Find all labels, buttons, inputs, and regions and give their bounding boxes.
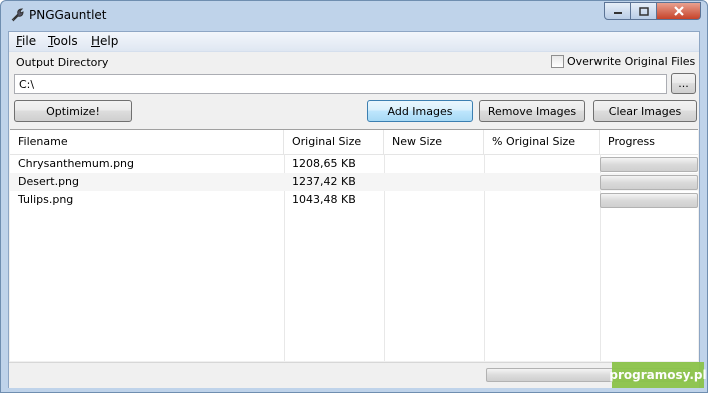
maximize-button[interactable] bbox=[631, 2, 657, 20]
clear-images-button-label: Clear Images bbox=[608, 104, 682, 118]
overwrite-label: Overwrite Original Files bbox=[567, 55, 696, 68]
cell-filename: Tulips.png bbox=[18, 193, 74, 206]
output-directory-input[interactable] bbox=[14, 74, 667, 94]
file-list[interactable]: Filename Original Size New Size % Origin… bbox=[10, 129, 698, 361]
remove-images-button[interactable]: Remove Images bbox=[479, 100, 585, 122]
close-icon bbox=[673, 6, 684, 16]
close-button[interactable] bbox=[657, 2, 701, 20]
table-row[interactable]: Desert.png 1237,42 KB bbox=[10, 173, 698, 191]
cell-original-size: 1043,48 KB bbox=[292, 193, 356, 206]
table-row[interactable]: Chrysanthemum.png 1208,65 KB bbox=[10, 155, 698, 173]
column-header-filename[interactable]: Filename bbox=[10, 130, 284, 154]
cell-original-size: 1237,42 KB bbox=[292, 175, 356, 188]
client-area: File Tools Help Output Directory Overwri… bbox=[8, 31, 700, 388]
add-images-button[interactable]: Add Images bbox=[367, 100, 473, 122]
menu-bar: File Tools Help bbox=[9, 32, 699, 52]
cell-percent bbox=[484, 155, 600, 173]
minimize-button[interactable] bbox=[604, 2, 631, 20]
table-row[interactable]: Tulips.png 1043,48 KB bbox=[10, 191, 698, 209]
browse-button-label: ... bbox=[678, 77, 689, 90]
row-progress-bar bbox=[600, 157, 698, 172]
row-progress-bar bbox=[600, 193, 698, 208]
output-directory-label: Output Directory bbox=[16, 56, 109, 69]
maximize-icon bbox=[638, 6, 649, 16]
cell-new-size bbox=[384, 155, 484, 173]
optimize-button-label: Optimize! bbox=[46, 104, 100, 118]
cell-new-size bbox=[384, 191, 484, 209]
file-list-header: Filename Original Size New Size % Origin… bbox=[10, 130, 698, 155]
cell-filename: Desert.png bbox=[18, 175, 80, 188]
menu-help[interactable]: Help bbox=[91, 34, 118, 48]
column-header-original-size[interactable]: Original Size bbox=[284, 130, 384, 154]
overwrite-option[interactable]: Overwrite Original Files bbox=[551, 55, 695, 68]
remove-images-button-label: Remove Images bbox=[487, 104, 577, 118]
title-bar[interactable]: PNGGauntlet bbox=[1, 1, 707, 31]
window-title: PNGGauntlet bbox=[29, 8, 107, 22]
cell-new-size bbox=[384, 173, 484, 191]
minimize-icon bbox=[613, 12, 622, 14]
menu-file[interactable]: File bbox=[16, 34, 36, 48]
cell-original-size: 1208,65 KB bbox=[292, 157, 356, 170]
add-images-button-label: Add Images bbox=[387, 104, 453, 118]
status-bar bbox=[9, 362, 699, 388]
caption-buttons bbox=[604, 2, 701, 21]
watermark-logo: programosy.pl bbox=[609, 362, 707, 388]
cell-percent bbox=[484, 191, 600, 209]
wrench-icon bbox=[9, 7, 25, 23]
column-header-new-size[interactable]: New Size bbox=[384, 130, 484, 154]
row-progress-bar bbox=[600, 175, 698, 190]
browse-button[interactable]: ... bbox=[671, 73, 696, 94]
column-header-percent[interactable]: % Original Size bbox=[484, 130, 600, 154]
cell-filename: Chrysanthemum.png bbox=[18, 157, 135, 170]
app-window: PNGGauntlet File Tools Help Output Direc… bbox=[0, 0, 708, 393]
overwrite-checkbox[interactable] bbox=[551, 55, 564, 68]
cell-percent bbox=[484, 173, 600, 191]
optimize-button[interactable]: Optimize! bbox=[14, 100, 132, 122]
column-header-progress[interactable]: Progress bbox=[600, 130, 698, 154]
menu-tools[interactable]: Tools bbox=[48, 34, 78, 48]
clear-images-button[interactable]: Clear Images bbox=[593, 100, 697, 122]
